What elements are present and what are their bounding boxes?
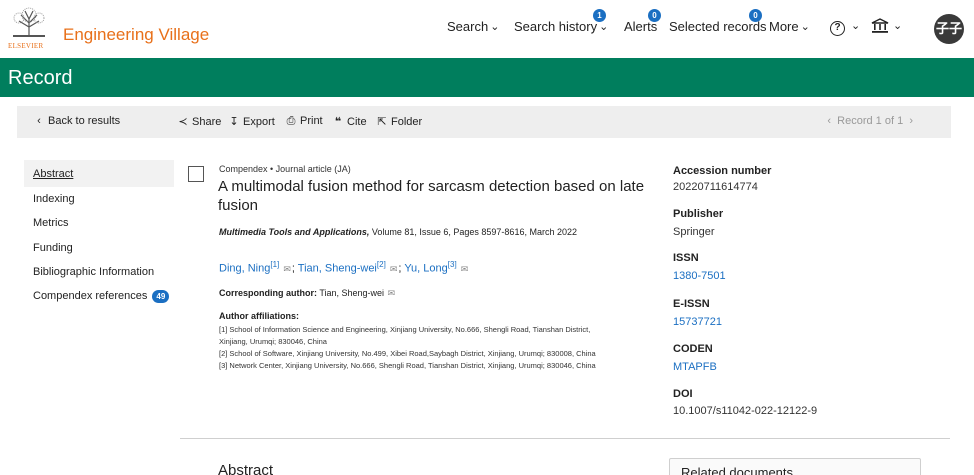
sidebar-item-metrics[interactable]: Metrics	[33, 217, 68, 229]
folder-icon: ⇱	[377, 116, 387, 128]
nav-search-history-label: Search history	[514, 19, 598, 34]
share-icon: ≺	[178, 116, 188, 128]
brand-name[interactable]: Engineering Village	[63, 25, 209, 45]
publisher-label: Publisher	[673, 208, 724, 220]
envelope-icon[interactable]: ✉	[390, 264, 398, 275]
record-title: A multimodal fusion method for sarcasm d…	[218, 178, 645, 214]
back-to-results-label: Back to results	[48, 115, 121, 127]
coden-label: CODEN	[673, 343, 713, 355]
selected-records-badge: 0	[749, 9, 762, 22]
doi-label: DOI	[673, 388, 693, 400]
references-count-badge: 49	[152, 290, 170, 303]
compendex-references-label: Compendex references	[33, 290, 148, 302]
author-link[interactable]: Ding, Ning	[219, 263, 270, 275]
folder-button[interactable]: ⇱ Folder	[376, 115, 422, 128]
share-button[interactable]: ≺ Share	[177, 115, 221, 128]
chevron-left-icon[interactable]: ‹	[827, 115, 831, 127]
abstract-heading: Abstract	[218, 462, 274, 475]
institution-icon[interactable]	[871, 18, 889, 39]
alerts-badge: 0	[648, 9, 661, 22]
accession-number-label: Accession number	[673, 165, 772, 177]
sidebar-item-compendex-references[interactable]: Compendex references 49	[33, 290, 170, 303]
issn-link[interactable]: 1380-7501	[673, 270, 726, 282]
eissn-link[interactable]: 15737721	[673, 316, 722, 328]
source-details: Volume 81, Issue 6, Pages 8597-8616, Mar…	[369, 227, 577, 237]
author-list: Ding, Ning[1] ✉; Tian, Sheng-wei[2] ✉; Y…	[219, 260, 469, 275]
record-toolbar: ‹ Back to results ≺ Share ↧ Export ⎙ Print ❝…	[17, 106, 951, 138]
section-divider	[180, 438, 950, 439]
help-icon[interactable]: ?	[830, 21, 845, 36]
affiliation-ref: [1]	[270, 260, 280, 269]
folder-label: Folder	[391, 116, 423, 128]
print-label: Print	[300, 115, 323, 127]
affiliation-line: [3] Network Center, Xinjiang University,…	[219, 361, 596, 370]
export-label: Export	[243, 116, 275, 128]
sidebar-item-abstract[interactable]: Abstract	[33, 168, 73, 180]
elsevier-logo-text: ELSEVIER	[8, 42, 44, 50]
accession-number-value: 20220711614774	[673, 181, 758, 193]
envelope-icon[interactable]: ✉	[283, 264, 291, 275]
eissn-label: E-ISSN	[673, 298, 710, 310]
related-documents-heading: Related documents	[681, 465, 794, 475]
chevron-right-icon[interactable]: ›	[909, 115, 913, 127]
chevron-down-icon: ⌄	[490, 21, 500, 33]
affiliation-line: [2] School of Software, Xinjiang Univers…	[219, 349, 596, 358]
nav-more[interactable]: More ⌄	[769, 19, 810, 34]
author-separator: ;	[398, 262, 402, 275]
author-separator: ;	[291, 262, 295, 275]
nav-search-history[interactable]: Search history ⌄	[514, 19, 608, 34]
nav-search[interactable]: Search ⌄	[447, 19, 499, 34]
search-history-badge: 1	[593, 9, 606, 22]
record-pager: ‹ Record 1 of 1 ›	[827, 115, 913, 127]
export-button[interactable]: ↧ Export	[228, 115, 275, 128]
share-label: Share	[192, 116, 222, 128]
top-navigation: ELSEVIER Engineering Village Search ⌄ Sea…	[0, 0, 974, 58]
related-documents-panel: Related documents	[669, 458, 921, 475]
cite-label: Cite	[347, 116, 367, 128]
corresponding-author-name: Tian, Sheng-wei	[317, 288, 385, 298]
select-record-checkbox[interactable]	[188, 166, 204, 182]
nav-search-label: Search	[447, 19, 489, 34]
chevron-down-icon: ⌄	[800, 21, 810, 33]
record-bar: Record	[0, 58, 974, 97]
chevron-left-icon: ‹	[37, 115, 41, 127]
source-journal[interactable]: Multimedia Tools and Applications,	[219, 227, 369, 237]
author-link[interactable]: Yu, Long	[404, 263, 447, 275]
affiliation-ref: [2]	[376, 260, 386, 269]
chevron-down-icon[interactable]: ⌄	[851, 19, 860, 32]
page-title: Record	[8, 67, 73, 89]
sidebar-item-bibliographic-information[interactable]: Bibliographic Information	[33, 266, 154, 278]
corresponding-author: Corresponding author: Tian, Sheng-wei ✉	[219, 288, 396, 299]
nav-more-label: More	[769, 19, 799, 34]
envelope-icon[interactable]: ✉	[461, 264, 469, 275]
corresponding-author-label: Corresponding author:	[219, 288, 317, 298]
print-button[interactable]: ⎙ Print	[285, 115, 323, 128]
author-link[interactable]: Tian, Sheng-wei	[298, 263, 377, 275]
printer-icon: ⎙	[286, 115, 296, 127]
chevron-down-icon: ⌄	[599, 21, 609, 33]
source-citation: Multimedia Tools and Applications, Volum…	[219, 227, 577, 237]
document-type: Compendex • Journal article (JA)	[219, 164, 351, 174]
avatar[interactable]: 子子	[934, 14, 964, 44]
sidebar-item-indexing[interactable]: Indexing	[33, 193, 75, 205]
coden-link[interactable]: MTAPFB	[673, 361, 717, 373]
doi-value[interactable]: 10.1007/s11042-022-12122-9	[673, 405, 817, 417]
envelope-icon[interactable]: ✉	[388, 288, 396, 299]
record-position: Record 1 of 1	[837, 115, 904, 127]
chevron-down-icon[interactable]: ⌄	[893, 19, 902, 32]
affiliation-line: Xinjiang, Urumqi; 830046, China	[219, 337, 327, 346]
publisher-value: Springer	[673, 226, 715, 238]
affiliations-heading: Author affiliations:	[219, 311, 299, 321]
issn-label: ISSN	[673, 252, 699, 264]
sidebar-item-funding[interactable]: Funding	[33, 242, 73, 254]
download-icon: ↧	[229, 116, 239, 128]
elsevier-logo[interactable]: ELSEVIER	[7, 5, 51, 51]
affiliation-ref: [3]	[447, 260, 457, 269]
cite-button[interactable]: ❝ Cite	[332, 115, 367, 128]
affiliation-line: [1] School of Information Science and En…	[219, 325, 591, 334]
back-to-results-button[interactable]: ‹ Back to results	[33, 115, 120, 127]
quote-icon: ❝	[334, 116, 342, 128]
